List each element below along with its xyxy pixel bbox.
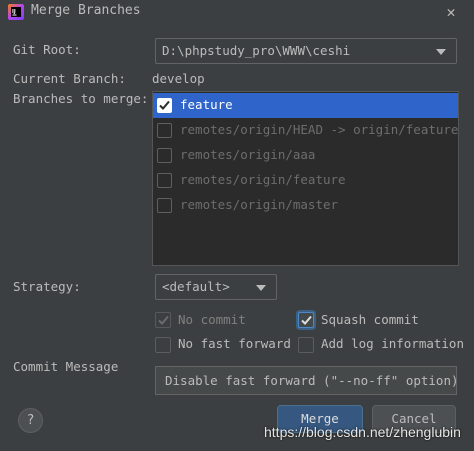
current-branch-label: Current Branch: [13,71,126,86]
commit-message-input[interactable]: Disable fast forward ("--no-ff" option) [155,366,459,395]
branch-item-feature[interactable]: feature [153,93,458,118]
branch-checkbox[interactable] [157,148,172,163]
no-fast-forward-label: No fast forward [178,336,291,351]
strategy-value: <default> [162,279,230,294]
branch-item-remotes-origin-head[interactable]: remotes/origin/HEAD -> origin/feature [153,118,458,143]
branch-checkbox[interactable] [157,123,172,138]
chevron-down-icon [256,285,266,291]
strategy-dropdown[interactable]: <default> [155,274,277,300]
git-root-label: Git Root: [13,42,81,57]
window-title: Merge Branches [31,3,141,18]
checkmark-icon [158,315,169,325]
branch-label: remotes/origin/master [180,197,339,212]
branch-checkbox[interactable] [157,198,172,213]
commit-message-label: Commit Message [13,359,119,374]
branches-to-merge-label: Branches to merge: [13,91,149,106]
branch-checkbox[interactable] [157,98,172,113]
branch-label: remotes/origin/aaa [180,147,316,162]
branch-item-remotes-origin-aaa[interactable]: remotes/origin/aaa [153,143,458,168]
svg-text:IJ: IJ [12,9,16,15]
no-commit-label: No commit [178,312,246,327]
branch-list: feature remotes/origin/HEAD -> origin/fe… [152,91,459,266]
checkmark-icon [159,100,170,110]
strategy-label: Strategy: [13,279,81,294]
checkmark-icon [301,315,312,325]
title-bar: IJ Merge Branches ✕ [0,0,474,24]
git-root-dropdown[interactable]: D:\phpstudy_pro\WWW\ceshi [155,38,457,64]
squash-commit-label: Squash commit [321,312,419,327]
branch-checkbox[interactable] [157,173,172,188]
branch-label: feature [180,97,233,112]
add-log-information-label: Add log information [321,336,464,351]
watermark: https://blog.csdn.net/zhenglubin [264,424,461,440]
current-branch-value: develop [152,71,205,86]
git-root-value: D:\phpstudy_pro\WWW\ceshi [162,43,351,58]
no-commit-checkbox[interactable] [155,312,171,328]
branch-label: remotes/origin/feature [180,172,346,187]
intellij-app-icon: IJ [8,4,24,20]
branch-label: remotes/origin/HEAD -> origin/feature [180,122,459,137]
no-fast-forward-checkbox[interactable] [155,337,171,353]
add-log-information-checkbox[interactable] [298,337,314,353]
chevron-down-icon [436,49,446,55]
help-button[interactable]: ? [18,408,43,433]
branch-item-remotes-origin-feature[interactable]: remotes/origin/feature [153,168,458,193]
branch-item-remotes-origin-master[interactable]: remotes/origin/master [153,193,458,218]
squash-commit-checkbox[interactable] [298,312,314,328]
close-icon[interactable]: ✕ [441,2,461,22]
